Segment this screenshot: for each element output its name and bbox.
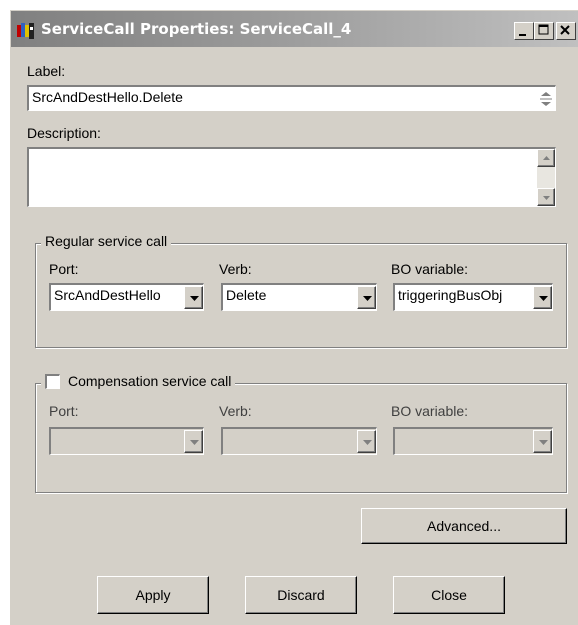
close-button[interactable]: Close xyxy=(393,576,505,614)
chevron-down-icon xyxy=(363,296,372,301)
compensation-port-dropdown-button[interactable] xyxy=(184,430,203,453)
compensation-bo-dropdown-button[interactable] xyxy=(533,430,552,453)
chevron-down-icon xyxy=(539,440,548,445)
field-spin-icon[interactable] xyxy=(539,90,553,108)
description-field[interactable] xyxy=(27,147,556,207)
regular-bo-value: triggeringBusObj xyxy=(398,287,503,303)
close-window-button[interactable] xyxy=(556,22,576,40)
compensation-legend-text: Compensation service call xyxy=(68,373,232,389)
label-caption: Label: xyxy=(27,63,66,79)
minimize-icon xyxy=(519,34,526,36)
regular-port-select[interactable]: SrcAndDestHello xyxy=(49,283,204,311)
regular-group-legend: Regular service call xyxy=(41,233,172,249)
compensation-group-legend: Compensation service call xyxy=(41,373,236,389)
minimize-button[interactable] xyxy=(514,22,534,40)
regular-port-dropdown-button[interactable] xyxy=(184,286,203,309)
discard-button-label: Discard xyxy=(277,587,325,603)
regular-port-value: SrcAndDestHello xyxy=(54,287,161,303)
regular-bo-select[interactable]: triggeringBusObj xyxy=(393,283,553,311)
regular-bo-label: BO variable: xyxy=(391,261,469,277)
regular-verb-value: Delete xyxy=(226,287,267,303)
apply-button[interactable]: Apply xyxy=(97,576,209,614)
scroll-up-button[interactable] xyxy=(537,149,555,167)
maximize-button[interactable] xyxy=(534,22,554,40)
compensation-verb-select[interactable] xyxy=(221,427,377,455)
compensation-port-label: Port: xyxy=(49,403,79,419)
arrow-up-icon xyxy=(543,156,550,160)
regular-verb-label: Verb: xyxy=(219,261,252,277)
chevron-down-icon xyxy=(190,440,199,445)
maximize-icon xyxy=(538,24,549,35)
title-bar[interactable]: ServiceCall Properties: ServiceCall_4 xyxy=(11,11,578,47)
compensation-bo-select[interactable] xyxy=(393,427,553,455)
regular-verb-dropdown-button[interactable] xyxy=(357,286,376,309)
close-icon xyxy=(560,25,570,35)
compensation-bo-label: BO variable: xyxy=(391,403,469,419)
regular-port-label: Port: xyxy=(49,261,79,277)
advanced-button-label: Advanced... xyxy=(427,518,501,534)
properties-window: ServiceCall Properties: ServiceCall_4 La… xyxy=(10,10,578,625)
compensation-port-select[interactable] xyxy=(49,427,204,455)
apply-button-label: Apply xyxy=(135,587,171,603)
chevron-down-icon xyxy=(539,296,548,301)
compensation-checkbox[interactable] xyxy=(45,373,60,389)
label-field[interactable]: SrcAndDestHello.Delete xyxy=(27,85,556,111)
compensation-verb-dropdown-button[interactable] xyxy=(357,430,376,453)
chevron-down-icon xyxy=(363,440,372,445)
scroll-down-button[interactable] xyxy=(537,188,555,206)
discard-button[interactable]: Discard xyxy=(245,576,357,614)
regular-verb-select[interactable]: Delete xyxy=(221,283,377,311)
arrow-down-icon xyxy=(543,196,550,200)
description-scrollbar[interactable] xyxy=(537,149,555,206)
description-caption: Description: xyxy=(27,125,101,141)
label-field-value: SrcAndDestHello.Delete xyxy=(32,89,183,105)
chevron-down-icon xyxy=(190,296,199,301)
close-button-label: Close xyxy=(431,587,467,603)
window-title: ServiceCall Properties: ServiceCall_4 xyxy=(41,20,352,38)
advanced-button[interactable]: Advanced... xyxy=(361,508,567,544)
app-icon xyxy=(17,23,34,39)
regular-bo-dropdown-button[interactable] xyxy=(533,286,552,309)
compensation-verb-label: Verb: xyxy=(219,403,252,419)
